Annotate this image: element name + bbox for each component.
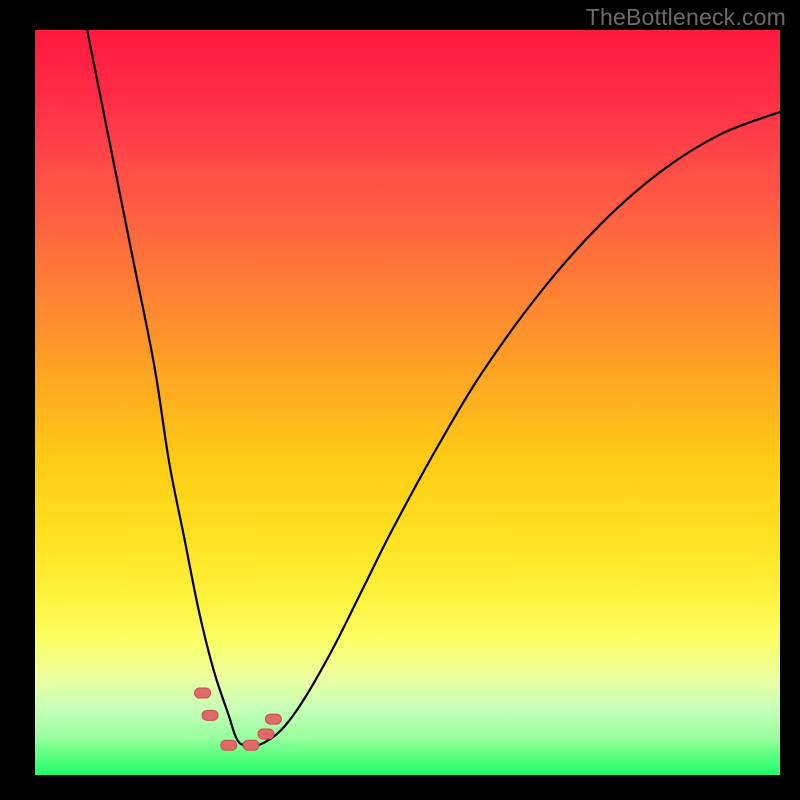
- chart-frame: TheBottleneck.com: [0, 0, 800, 800]
- watermark-text: TheBottleneck.com: [586, 4, 786, 31]
- curve-marker: [202, 710, 218, 720]
- chart-svg: [35, 30, 780, 775]
- curve-marker: [243, 740, 259, 750]
- bottleneck-curve: [87, 30, 780, 747]
- curve-marker: [221, 740, 237, 750]
- curve-marker: [265, 714, 281, 724]
- curve-marker: [195, 688, 211, 698]
- curve-marker: [258, 729, 274, 739]
- chart-plot-area: [35, 30, 780, 775]
